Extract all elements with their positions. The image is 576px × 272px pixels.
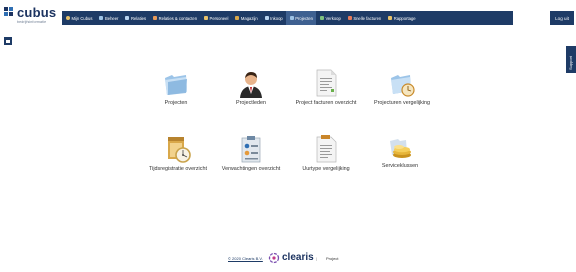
clipboard-icon (241, 136, 261, 163)
calendar-watch-icon (168, 137, 191, 163)
main-nav: Mijn Cubus Beheer Relaties Relaties & co… (62, 11, 513, 25)
people-icon (125, 16, 130, 20)
brand-tagline: bedrijfsinformatie (17, 20, 47, 24)
sales-icon (319, 16, 324, 20)
module-label: Project facturen overzicht (295, 100, 357, 106)
nav-item-personeel[interactable]: Personeel (200, 11, 231, 25)
menu-toggle-button[interactable] (4, 37, 12, 45)
user-icon (66, 16, 70, 20)
header: cubus bedrijfsinformatie Mijn Cubus Behe… (0, 0, 576, 28)
nav-item-label: Magazijn (240, 15, 258, 21)
module-label: Verwachtingen overzicht (221, 166, 281, 172)
gold-coins-icon (390, 139, 411, 158)
purchase-icon (264, 16, 269, 20)
nav-item-relaties[interactable]: Relaties (121, 11, 149, 25)
nav-item-snelle-facturen[interactable]: Snelle facturen (344, 11, 384, 25)
nav-item-magazijn[interactable]: Magazijn (231, 11, 260, 25)
footer: © 2020 Clearis B.V. clearis | Project (0, 252, 576, 266)
module-label: Serviceklussen (381, 163, 419, 169)
report-document-icon (316, 135, 337, 163)
footer-separator: | (316, 256, 318, 261)
page: cubus bedrijfsinformatie Mijn Cubus Behe… (0, 0, 576, 272)
module-serviceklussen[interactable]: Serviceklussen (363, 135, 437, 169)
nav-item-label: Relaties (130, 15, 147, 21)
person-icon (240, 72, 262, 98)
module-projectleden[interactable]: Projectleden (214, 68, 288, 106)
module-uurtype-vergelijking[interactable]: Uurtype vergelijking (289, 134, 363, 172)
support-label: Support (568, 55, 573, 70)
module-tijdsregistratie-overzicht[interactable]: Tijdsregistratie overzicht (141, 134, 215, 172)
staff-icon (204, 16, 209, 20)
module-label: Projecturen vergelijking (373, 100, 431, 106)
clearis-logo-icon (268, 252, 280, 264)
cubus-logo[interactable]: cubus bedrijfsinformatie (4, 4, 62, 26)
brand-name: cubus (17, 5, 57, 20)
module-label: Uurtype vergelijking (302, 166, 350, 172)
nav-item-rapportage[interactable]: Rapportage (384, 11, 418, 25)
cubus-logo-icon (4, 7, 13, 16)
nav-item-inkoop[interactable]: Inkoop (261, 11, 286, 25)
copyright-link[interactable]: © 2020 Clearis B.V. (228, 256, 263, 261)
folder-clock-icon (391, 75, 415, 97)
nav-item-label: Rapportage (393, 15, 416, 21)
module-label: Tijdsregistratie overzicht (149, 166, 207, 172)
module-verwachtingen-overzicht[interactable]: Verwachtingen overzicht (214, 134, 288, 172)
warehouse-icon (235, 16, 240, 20)
invoice-icon (347, 16, 352, 20)
clearis-logo-text: clearis (282, 252, 314, 263)
invoice-document-icon (316, 69, 337, 97)
logout-button[interactable]: Log uit (550, 11, 574, 25)
report-icon (388, 16, 393, 20)
hamburger-icon (6, 39, 10, 43)
nav-item-projecten[interactable]: Projecten (285, 11, 316, 25)
footer-product: Project (326, 256, 339, 261)
nav-item-verkoop[interactable]: Verkoop (316, 11, 344, 25)
projects-icon (289, 16, 294, 20)
contacts-icon (153, 16, 158, 20)
nav-item-mijn-cubus[interactable]: Mijn Cubus (62, 11, 95, 25)
nav-item-beheer[interactable]: Beheer (95, 11, 121, 25)
wrench-icon (99, 16, 104, 20)
module-label: Projecten (164, 100, 188, 106)
module-label: Projectleden (236, 100, 266, 106)
nav-item-label: Verkoop (325, 15, 341, 21)
module-projecturen-vergelijking[interactable]: Projecturen vergelijking (365, 70, 439, 106)
nav-item-label: Relaties & contacten (158, 15, 198, 21)
nav-item-label: Beheer (104, 15, 119, 21)
nav-item-label: Inkoop (270, 15, 283, 21)
nav-item-relaties-contacten[interactable]: Relaties & contacten (149, 11, 200, 25)
folder-icon (165, 75, 187, 95)
module-project-facturen-overzicht[interactable]: Project facturen overzicht (289, 68, 363, 106)
nav-item-label: Mijn Cubus (71, 15, 93, 21)
nav-item-label: Projecten (295, 15, 313, 21)
module-projecten[interactable]: Projecten (139, 70, 213, 106)
support-tab[interactable]: Support (566, 46, 576, 73)
nav-item-label: Snelle facturen (353, 15, 382, 21)
nav-item-label: Personeel (209, 15, 229, 21)
